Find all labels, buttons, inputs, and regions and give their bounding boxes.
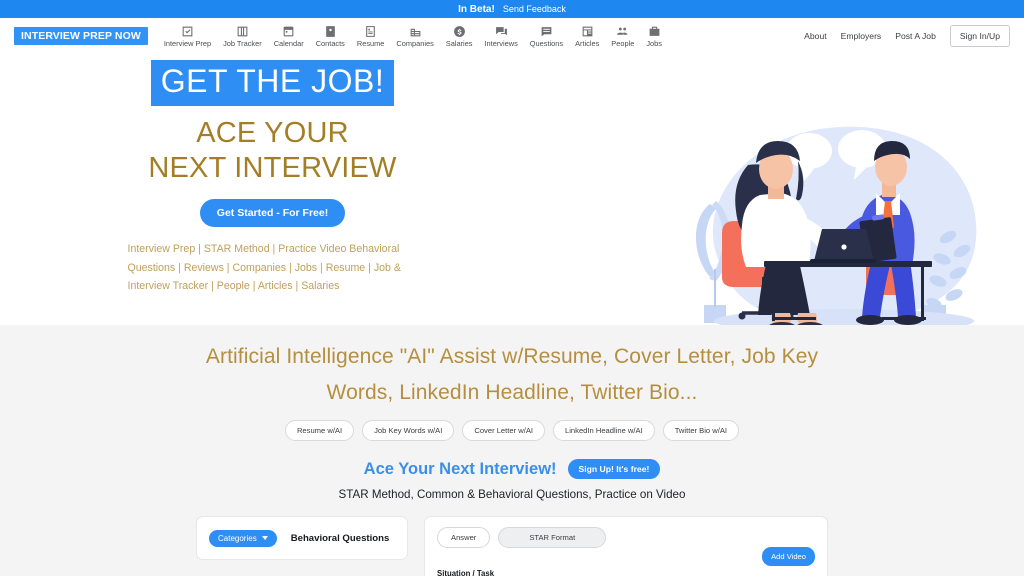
contact-card-icon (324, 25, 337, 38)
chevron-down-icon (261, 536, 268, 541)
nav-label: Contacts (315, 38, 345, 48)
answer-panel: Answer STAR Format Add Video Situation /… (424, 516, 828, 576)
hero-text-column: GET THE JOB! ACE YOUR NEXT INTERVIEW Get… (0, 54, 545, 295)
nav-label: Calendar (273, 38, 304, 48)
hero-section: GET THE JOB! ACE YOUR NEXT INTERVIEW Get… (0, 54, 1024, 325)
categories-dropdown-button[interactable]: Categories (209, 529, 277, 547)
nav-item-interviews[interactable]: Interviews (479, 25, 524, 47)
categories-panel: Categories Behavioral Questions (196, 516, 408, 561)
nav-label: Articles (575, 38, 600, 48)
ai-pill-group: Resume w/AI Job Key Words w/AI Cover Let… (0, 420, 1024, 442)
ace-section-subtitle: STAR Method, Common & Behavioral Questio… (338, 488, 686, 502)
nav-item-articles[interactable]: Articles (569, 25, 605, 47)
nav-label: Interview Prep (163, 38, 212, 48)
ai-pill-linkedin-headline[interactable]: LinkedIn Headline w/AI (553, 420, 655, 442)
ai-assist-section: Artificial Intelligence "AI" Assist w/Re… (0, 325, 1024, 454)
nav-label: People (611, 38, 635, 48)
ai-pill-twitter-bio[interactable]: Twitter Bio w/AI (662, 420, 740, 442)
people-group-icon (616, 25, 629, 38)
nav-label: Salaries (445, 38, 473, 48)
nav-item-companies[interactable]: Companies (390, 25, 439, 47)
document-icon (364, 25, 377, 38)
article-layout-icon (581, 25, 594, 38)
nav-item-interview-prep[interactable]: Interview Prep (158, 25, 217, 47)
nav-item-jobs[interactable]: Jobs (640, 25, 668, 47)
nav-label: Questions (529, 38, 564, 48)
site-header: INTERVIEW PREP NOW Interview Prep Job Tr… (0, 18, 1024, 54)
building-icon (409, 25, 422, 38)
categories-button-label: Categories (218, 533, 257, 543)
nav-item-job-tracker[interactable]: Job Tracker (217, 25, 268, 47)
nav-label: Interviews (484, 38, 518, 48)
tab-answer[interactable]: Answer (437, 527, 491, 549)
interview-illustration (676, 109, 1006, 325)
hero-headline-line3: NEXT INTERVIEW (148, 151, 397, 184)
nav-item-resume[interactable]: Resume (351, 25, 391, 47)
ace-interview-section: Ace Your Next Interview! Sign Up! It's f… (0, 453, 1024, 502)
hero-keyword-links[interactable]: Interview Prep | STAR Method | Practice … (128, 240, 418, 295)
checkbox-icon (181, 25, 194, 38)
ace-title-row: Ace Your Next Interview! Sign Up! It's f… (0, 459, 1024, 480)
columns-board-icon (236, 25, 249, 38)
header-right-nav: About Employers Post A Job Sign In/Up (804, 18, 1010, 54)
ai-pill-job-key-words[interactable]: Job Key Words w/AI (362, 420, 455, 442)
hero-headline-highlight: GET THE JOB! (150, 60, 395, 106)
ai-pill-resume[interactable]: Resume w/AI (284, 420, 355, 442)
nav-item-contacts[interactable]: Contacts (310, 25, 351, 47)
tab-star-format[interactable]: STAR Format (498, 527, 607, 549)
nav-link-about[interactable]: About (804, 31, 826, 41)
chat-bubbles-icon (495, 25, 508, 38)
sign-up-free-button[interactable]: Sign Up! It's free! (567, 459, 661, 480)
calendar-icon (282, 25, 295, 38)
nav-label: Jobs (646, 38, 662, 48)
ace-section-title: Ace Your Next Interview! (363, 459, 557, 478)
briefcase-icon (648, 25, 661, 38)
practice-panels: Categories Behavioral Questions Answer S… (0, 501, 1024, 576)
nav-label: Companies (396, 38, 434, 48)
ai-section-title: Artificial Intelligence "AI" Assist w/Re… (205, 345, 819, 405)
site-logo[interactable]: INTERVIEW PREP NOW (14, 26, 148, 46)
message-lines-icon (540, 25, 553, 38)
nav-item-salaries[interactable]: Salaries (440, 25, 479, 47)
get-started-button[interactable]: Get Started - For Free! (199, 199, 346, 228)
answer-format-tabs: Answer STAR Format (437, 527, 815, 549)
nav-link-post-a-job[interactable]: Post A Job (895, 31, 936, 41)
primary-nav: Interview Prep Job Tracker Calendar Cont… (158, 25, 668, 47)
beta-label: In Beta! (458, 3, 495, 15)
behavioral-questions-title: Behavioral Questions (290, 532, 390, 544)
send-feedback-link[interactable]: Send Feedback (503, 4, 566, 14)
ai-pill-cover-letter[interactable]: Cover Letter w/AI (462, 420, 546, 442)
beta-banner: In Beta! Send Feedback (0, 0, 1024, 18)
nav-item-people[interactable]: People (605, 25, 640, 47)
nav-item-questions[interactable]: Questions (524, 25, 569, 47)
situation-task-label: Situation / Task (437, 569, 495, 576)
nav-label: Job Tracker (223, 38, 262, 48)
nav-link-employers[interactable]: Employers (841, 31, 882, 41)
add-video-button[interactable]: Add Video (762, 547, 815, 567)
nav-item-calendar[interactable]: Calendar (268, 25, 310, 47)
dollar-coin-icon (453, 25, 466, 38)
nav-label: Resume (356, 38, 385, 48)
sign-in-up-button[interactable]: Sign In/Up (949, 25, 1010, 47)
